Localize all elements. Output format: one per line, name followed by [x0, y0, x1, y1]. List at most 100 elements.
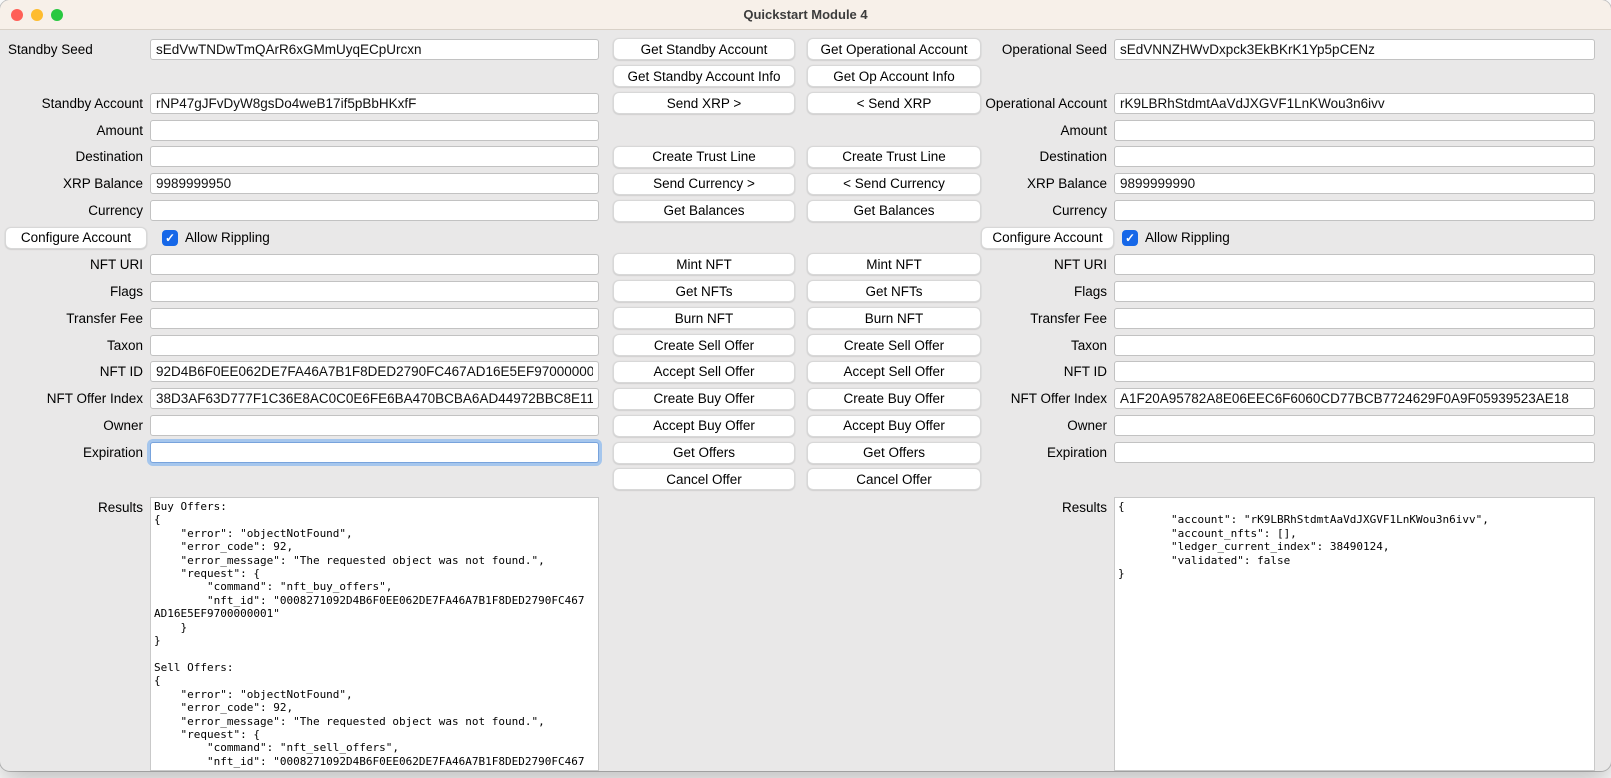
standby-results-label: Results: [5, 500, 143, 515]
operational-nft-offer-index-input[interactable]: [1114, 388, 1595, 409]
standby-flags-input[interactable]: [150, 281, 599, 302]
operational-results-textarea[interactable]: { "account": "rK9LBRhStdmtAaVdJXGVF1LnKW…: [1114, 497, 1595, 771]
operational-transfer-fee-input[interactable]: [1114, 308, 1595, 329]
operational-flags-input[interactable]: [1114, 281, 1595, 302]
standby-get-offers-button[interactable]: Get Offers: [613, 442, 795, 464]
operational-cancel-offer-button[interactable]: Cancel Offer: [807, 468, 981, 490]
standby-seed-input[interactable]: [150, 39, 599, 60]
standby-destination-input[interactable]: [150, 146, 599, 167]
standby-results-textarea[interactable]: Buy Offers: { "error": "objectNotFound",…: [150, 497, 599, 771]
send-xrp-right-button[interactable]: Send XRP >: [613, 92, 795, 114]
standby-accept-sell-offer-button[interactable]: Accept Sell Offer: [613, 361, 795, 383]
operational-amount-label: Amount: [981, 123, 1114, 138]
standby-flags-label: Flags: [5, 284, 150, 299]
operational-expiration-input[interactable]: [1114, 442, 1595, 463]
minimize-window-button[interactable]: [31, 9, 43, 21]
operational-allow-rippling-checkbox[interactable]: [1122, 230, 1138, 246]
operational-destination-input[interactable]: [1114, 146, 1595, 167]
standby-nft-id-label: NFT ID: [5, 364, 150, 379]
get-operational-account-button[interactable]: Get Operational Account: [807, 38, 981, 60]
standby-account-label: Standby Account: [5, 96, 150, 111]
standby-configure-account-button[interactable]: Configure Account: [5, 227, 147, 249]
send-currency-left-button[interactable]: < Send Currency: [807, 173, 981, 195]
operational-account-input[interactable]: [1114, 93, 1595, 114]
standby-xrp-balance-input[interactable]: [150, 173, 599, 194]
operational-burn-nft-button[interactable]: Burn NFT: [807, 307, 981, 329]
operational-taxon-label: Taxon: [981, 338, 1114, 353]
get-standby-account-button[interactable]: Get Standby Account: [613, 38, 795, 60]
standby-transfer-fee-label: Transfer Fee: [5, 311, 150, 326]
operational-create-trust-line-button[interactable]: Create Trust Line: [807, 146, 981, 168]
standby-expiration-input[interactable]: [150, 442, 599, 463]
standby-nft-id-input[interactable]: [150, 361, 599, 382]
operational-create-buy-offer-button[interactable]: Create Buy Offer: [807, 388, 981, 410]
operational-owner-input[interactable]: [1114, 415, 1595, 436]
operational-seed-input[interactable]: [1114, 39, 1595, 60]
operational-expiration-label: Expiration: [981, 445, 1114, 460]
operational-currency-input[interactable]: [1114, 200, 1595, 221]
operational-owner-label: Owner: [981, 418, 1114, 433]
standby-expiration-label: Expiration: [5, 445, 150, 460]
close-window-button[interactable]: [11, 9, 23, 21]
standby-taxon-input[interactable]: [150, 335, 599, 356]
standby-burn-nft-button[interactable]: Burn NFT: [613, 307, 795, 329]
operational-configure-account-button[interactable]: Configure Account: [981, 227, 1114, 249]
standby-create-sell-offer-button[interactable]: Create Sell Offer: [613, 334, 795, 356]
operational-nft-id-label: NFT ID: [981, 364, 1114, 379]
operational-accept-buy-offer-button[interactable]: Accept Buy Offer: [807, 415, 981, 437]
operational-nft-id-input[interactable]: [1114, 361, 1595, 382]
standby-transfer-fee-input[interactable]: [150, 308, 599, 329]
operational-account-label: Operational Account: [981, 96, 1114, 111]
standby-amount-input[interactable]: [150, 120, 599, 141]
standby-account-input[interactable]: [150, 93, 599, 114]
standby-owner-label: Owner: [5, 418, 150, 433]
operational-transfer-fee-label: Transfer Fee: [981, 311, 1114, 326]
operational-create-sell-offer-button[interactable]: Create Sell Offer: [807, 334, 981, 356]
operational-nft-offer-index-label: NFT Offer Index: [981, 391, 1114, 406]
operational-mint-nft-button[interactable]: Mint NFT: [807, 253, 981, 275]
standby-nft-offer-index-input[interactable]: [150, 388, 599, 409]
standby-mint-nft-button[interactable]: Mint NFT: [613, 253, 795, 275]
operational-currency-label: Currency: [981, 203, 1114, 218]
send-xrp-left-button[interactable]: < Send XRP: [807, 92, 981, 114]
operational-nft-uri-label: NFT URI: [981, 257, 1114, 272]
standby-accept-buy-offer-button[interactable]: Accept Buy Offer: [613, 415, 795, 437]
standby-destination-label: Destination: [5, 149, 150, 164]
standby-nft-uri-label: NFT URI: [5, 257, 150, 272]
standby-nft-uri-input[interactable]: [150, 254, 599, 275]
app-window: Quickstart Module 4 Standby Seed Get Sta…: [0, 0, 1611, 771]
operational-nft-uri-input[interactable]: [1114, 254, 1595, 275]
operational-get-nfts-button[interactable]: Get NFTs: [807, 280, 981, 302]
operational-get-balances-button[interactable]: Get Balances: [807, 200, 981, 222]
operational-xrp-balance-input[interactable]: [1114, 173, 1595, 194]
operational-allow-rippling-label: Allow Rippling: [1145, 230, 1230, 245]
title-bar: Quickstart Module 4: [0, 0, 1611, 30]
fullscreen-window-button[interactable]: [51, 9, 63, 21]
get-op-account-info-button[interactable]: Get Op Account Info: [807, 65, 981, 87]
standby-allow-rippling-label: Allow Rippling: [185, 230, 270, 245]
operational-accept-sell-offer-button[interactable]: Accept Sell Offer: [807, 361, 981, 383]
standby-allow-rippling-checkbox[interactable]: [162, 230, 178, 246]
operational-taxon-input[interactable]: [1114, 335, 1595, 356]
operational-get-offers-button[interactable]: Get Offers: [807, 442, 981, 464]
standby-get-nfts-button[interactable]: Get NFTs: [613, 280, 795, 302]
standby-currency-input[interactable]: [150, 200, 599, 221]
standby-cancel-offer-button[interactable]: Cancel Offer: [613, 468, 795, 490]
standby-nft-offer-index-label: NFT Offer Index: [5, 391, 150, 406]
standby-taxon-label: Taxon: [5, 338, 150, 353]
standby-owner-input[interactable]: [150, 415, 599, 436]
window-controls: [11, 0, 63, 29]
standby-get-balances-button[interactable]: Get Balances: [613, 200, 795, 222]
window-title: Quickstart Module 4: [743, 7, 867, 22]
standby-amount-label: Amount: [5, 123, 150, 138]
get-standby-account-info-button[interactable]: Get Standby Account Info: [613, 65, 795, 87]
standby-create-trust-line-button[interactable]: Create Trust Line: [613, 146, 795, 168]
standby-currency-label: Currency: [5, 203, 150, 218]
send-currency-right-button[interactable]: Send Currency >: [613, 173, 795, 195]
operational-amount-input[interactable]: [1114, 120, 1595, 141]
operational-xrp-balance-label: XRP Balance: [981, 176, 1114, 191]
standby-create-buy-offer-button[interactable]: Create Buy Offer: [613, 388, 795, 410]
operational-flags-label: Flags: [981, 284, 1114, 299]
standby-xrp-balance-label: XRP Balance: [5, 176, 150, 191]
operational-results-label: Results: [981, 500, 1107, 515]
